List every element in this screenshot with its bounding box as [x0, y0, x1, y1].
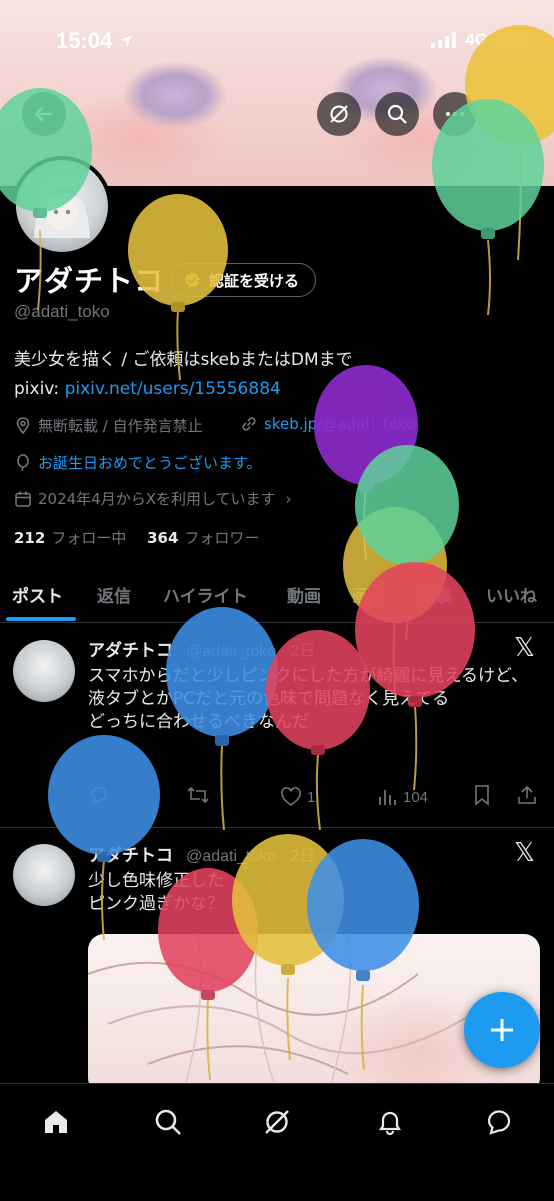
compose-button[interactable]: [464, 992, 540, 1068]
post-author-meta: @adati_toko · 2日: [186, 643, 316, 660]
views-button[interactable]: 104: [376, 786, 428, 808]
website-link[interactable]: skeb.jp/@adati_toko: [264, 415, 415, 433]
grok-icon: [265, 1110, 289, 1134]
tab-likes[interactable]: いいね: [486, 582, 537, 607]
share-icon: [518, 785, 536, 804]
grok-icon: [330, 105, 348, 123]
signal-icon: [431, 32, 457, 48]
more-button[interactable]: [433, 92, 477, 136]
tab-highlights[interactable]: ハイライト: [163, 582, 248, 607]
bio-line: 美少女を描く / ご依頼はskebまたはDMまで: [14, 350, 353, 370]
post-text: 少し色味修正した ピンク過ぎかな？: [88, 871, 224, 914]
profile-birthday: お誕生日おめでとうございます。: [14, 452, 262, 473]
profile-tabs: ポスト 返信 ハイライト 動画 画像 記事 いいね: [0, 572, 554, 623]
location-pin-icon: [16, 416, 30, 434]
more-icon: [446, 112, 464, 116]
birthday-text: お誕生日おめでとうございます。: [38, 454, 262, 472]
tab-posts[interactable]: ポスト: [12, 582, 63, 607]
bookmark-button[interactable]: [472, 784, 492, 810]
analytics-icon: [379, 790, 396, 805]
tab-articles[interactable]: 記事: [418, 582, 452, 607]
nav-search[interactable]: [148, 1102, 188, 1142]
search-icon: [387, 104, 407, 124]
nav-notifications[interactable]: [370, 1102, 410, 1142]
active-tab-indicator: [6, 617, 76, 621]
plus-icon: [491, 1019, 513, 1041]
messages-icon: [487, 1110, 511, 1135]
nav-home[interactable]: [36, 1102, 76, 1142]
post-author-name: アダチトコ: [88, 846, 173, 866]
bookmark-icon: [475, 785, 489, 806]
link-icon: [242, 417, 256, 431]
balloon-icon: [17, 453, 29, 471]
chevron-right-icon: ›: [285, 489, 292, 508]
post-avatar[interactable]: [13, 640, 75, 702]
get-verified-button[interactable]: 認証を受ける: [170, 263, 317, 297]
like-count: 1: [307, 788, 316, 806]
bio-pixiv-prefix: pixiv:: [14, 379, 65, 399]
get-verified-label: 認証を受ける: [209, 271, 300, 290]
followers-stat[interactable]: 364 フォロワー: [147, 529, 259, 547]
nav-grok[interactable]: [257, 1102, 297, 1142]
status-time: 15:04: [56, 28, 134, 54]
bio-pixiv-line: pixiv: pixiv.net/users/15556884: [14, 375, 534, 404]
following-label: フォロー中: [51, 529, 127, 547]
bottom-navigation: [0, 1083, 554, 1201]
bell-icon: [378, 1111, 402, 1136]
x-logo-icon: 𝕏: [514, 633, 535, 663]
search-button[interactable]: [375, 92, 419, 136]
home-icon: [45, 1111, 67, 1133]
joined-text: 2024年4月からXを利用しています: [38, 490, 276, 508]
heart-icon: [281, 787, 301, 806]
grok-button[interactable]: [317, 92, 361, 136]
reply-button[interactable]: [88, 784, 110, 810]
back-arrow-icon: [34, 106, 52, 122]
profile-joined[interactable]: 2024年4月からXを利用しています ›: [14, 488, 292, 509]
location-arrow-icon: [120, 35, 133, 47]
status-right: 4G: [431, 30, 528, 50]
post-header: アダチトコ @adati_toko · 2日: [88, 636, 315, 661]
post-author-meta: @adati_toko · 2日: [186, 848, 316, 865]
profile-handle: @adati_toko: [14, 302, 110, 321]
battery-icon: [496, 32, 527, 48]
follow-counts: 212 フォロー中 364 フォロワー: [14, 527, 259, 548]
search-icon: [155, 1109, 181, 1135]
back-button[interactable]: [22, 92, 66, 136]
pixiv-link[interactable]: pixiv.net/users/15556884: [65, 379, 281, 399]
post-item[interactable]: アダチトコ @adati_toko · 2日 𝕏 スマホからだと少しピンクにした…: [0, 623, 554, 828]
x-logo-icon: 𝕏: [514, 838, 535, 868]
repost-icon: [187, 786, 209, 804]
tab-media[interactable]: 画像: [352, 582, 386, 607]
nav-messages[interactable]: [479, 1102, 519, 1142]
following-count: 212: [14, 529, 46, 547]
share-button[interactable]: [516, 784, 538, 810]
followers-count: 364: [147, 529, 179, 547]
profile-location: 無断転載 / 自作発言禁止: [14, 415, 203, 436]
network-label: 4G: [465, 30, 488, 49]
like-button[interactable]: 1: [280, 786, 315, 808]
post-actions: 1 104: [88, 783, 540, 811]
post-author-name: アダチトコ: [88, 641, 173, 661]
post-header: アダチトコ @adati_toko · 2日: [88, 841, 315, 866]
tab-videos[interactable]: 動画: [287, 582, 321, 607]
verified-badge-icon: [184, 271, 201, 288]
profile-avatar[interactable]: [12, 156, 112, 256]
calendar-icon: [15, 491, 31, 507]
post-avatar[interactable]: [13, 844, 75, 906]
followers-label: フォロワー: [184, 529, 260, 547]
post-text: スマホからだと少しピンクにした方が綺麗に見えるけど、液タブとかPCだと元の色味で…: [88, 666, 529, 732]
profile-name: アダチトコ: [14, 264, 165, 298]
profile-bio: 美少女を描く / ご依頼はskebまたはDMまで pixiv: pixiv.ne…: [14, 346, 534, 404]
avatar-illustration: [34, 182, 90, 238]
repost-button[interactable]: [186, 784, 210, 810]
location-text: 無断転載 / 自作発言禁止: [38, 417, 203, 435]
following-stat[interactable]: 212 フォロー中: [14, 529, 126, 547]
status-bar: 15:04 4G: [0, 0, 554, 82]
tab-replies[interactable]: 返信: [97, 582, 131, 607]
reply-icon: [91, 786, 107, 805]
view-count: 104: [403, 788, 429, 806]
profile-website[interactable]: skeb.jp/@adati_toko: [240, 415, 415, 433]
